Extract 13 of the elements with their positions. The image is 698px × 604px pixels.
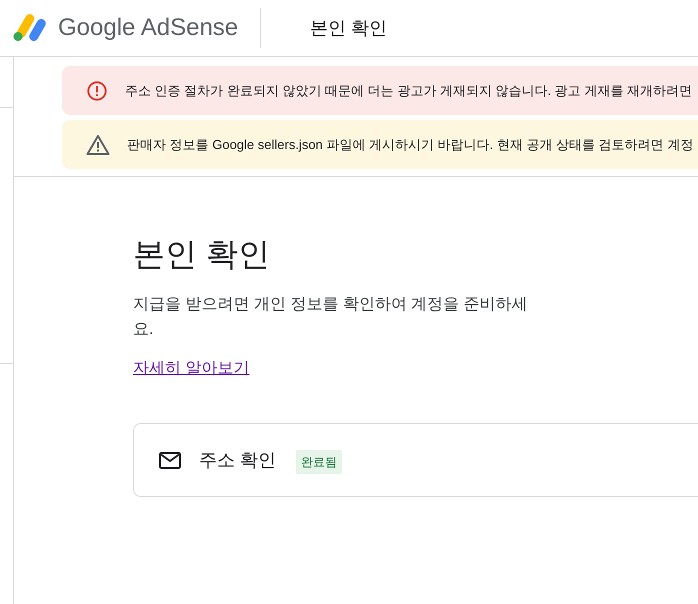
alert-text: 판매자 정보를 Google sellers.json 파일에 게시하시기 바랍니다. 현재 공개 상태를 검토하려면 계정	[127, 136, 694, 154]
step-label: 주소 확인	[199, 448, 276, 472]
product-name: Google AdSense	[58, 13, 238, 43]
page-title: 본인 확인	[310, 16, 388, 40]
error-icon	[86, 80, 108, 102]
mail-icon	[159, 452, 181, 468]
section-title: 본인 확인	[133, 235, 271, 274]
logo-icon	[13, 14, 47, 42]
status-badge: 완료됨	[296, 450, 342, 474]
alert-text: 주소 인증 절차가 완료되지 않았기 때문에 더는 광고가 게재되지 않습니다. 광고 게재를 재개하려면	[125, 82, 692, 100]
description-text: 지급을 받으려면 개인 정보를 확인하여 계정을 준비하세요.	[133, 295, 529, 340]
warning-icon	[86, 134, 110, 156]
learn-more-link[interactable]: 자세히 알아보기	[133, 357, 250, 381]
